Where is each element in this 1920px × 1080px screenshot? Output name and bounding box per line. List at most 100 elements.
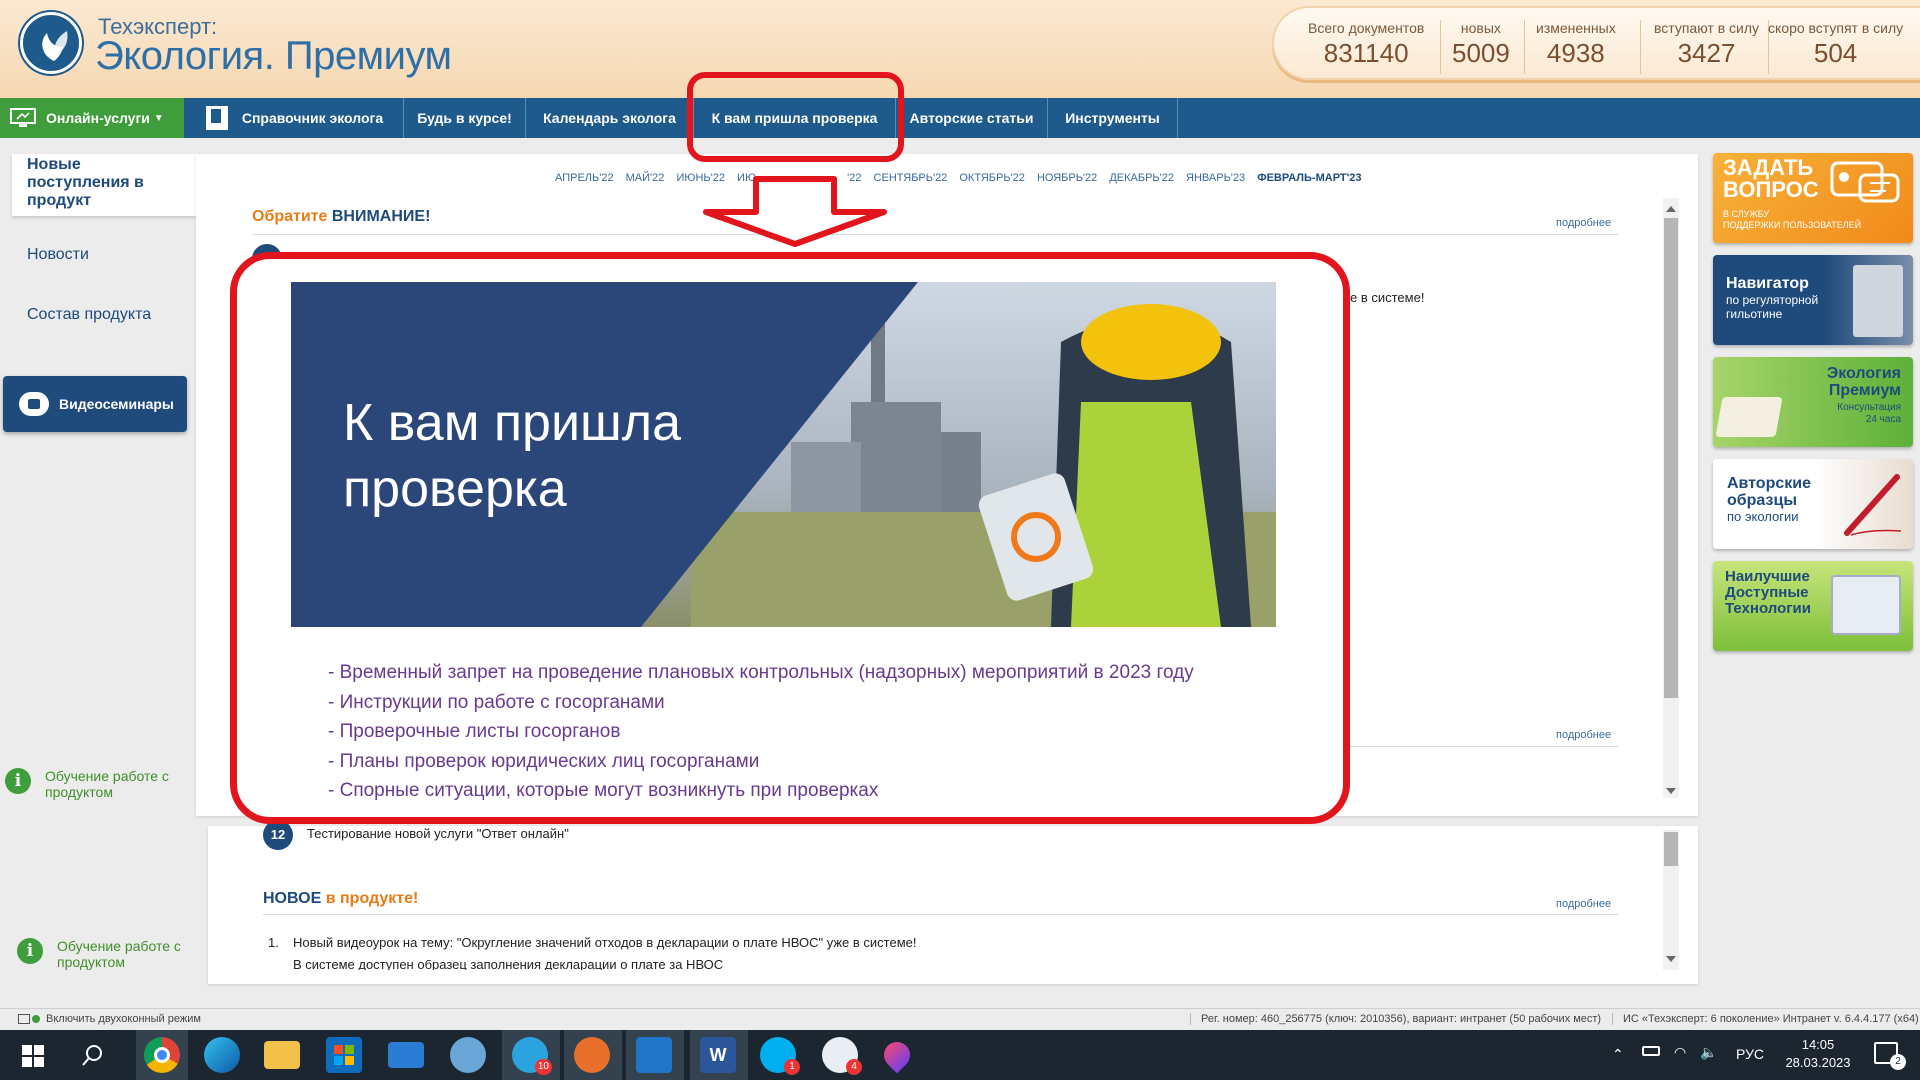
chrome-icon[interactable] xyxy=(144,1037,180,1073)
chevron-down-icon: ▼ xyxy=(153,112,164,124)
chat-bubble-icon xyxy=(1830,161,1900,203)
more-link[interactable]: подробнее xyxy=(1556,217,1611,229)
techexpert-logo[interactable] xyxy=(20,12,82,74)
drop-app-icon[interactable] xyxy=(878,1036,916,1074)
nav-author-articles[interactable]: Авторские статьи xyxy=(896,98,1048,138)
dual-window-toggle[interactable]: Включить двухоконный режим xyxy=(18,1013,201,1025)
info-icon: i xyxy=(17,938,43,964)
scroll-thumb[interactable] xyxy=(1664,832,1678,866)
language-indicator[interactable]: РУС xyxy=(1736,1046,1764,1062)
mail-client-icon[interactable]: 4 xyxy=(822,1037,862,1075)
author-samples-banner[interactable]: Авторские образцы по экологии xyxy=(1713,459,1913,549)
video-camera-icon xyxy=(19,392,49,416)
stat-total[interactable]: Всего документов 831140 xyxy=(1308,20,1424,69)
list-item-number: 1. xyxy=(268,935,279,950)
stat-new[interactable]: новых 5009 xyxy=(1452,20,1510,69)
book-icon xyxy=(205,106,228,130)
pen-icon xyxy=(1844,474,1902,536)
dual-window-icon xyxy=(18,1014,30,1024)
month-tab[interactable]: АПРЕЛЬ'22 xyxy=(555,172,614,184)
nav-eco-calendar[interactable]: Календарь эколога xyxy=(526,98,694,138)
media-player-icon[interactable] xyxy=(636,1037,672,1073)
scroll-up-icon[interactable] xyxy=(1666,206,1676,212)
ask-question-banner[interactable]: ЗАДАТЬ ВОПРОС В СЛУЖБУ ПОДДЕРЖКИ ПОЛЬЗОВАТ… xyxy=(1713,153,1913,243)
learn-product-link-2[interactable]: i Обучение работе с продуктом xyxy=(17,938,187,970)
file-explorer-icon[interactable] xyxy=(264,1041,300,1069)
sidebar-composition[interactable]: Состав продукта xyxy=(27,306,151,324)
ecology-premium-banner[interactable]: Экология Премиум Консультация 24 часа xyxy=(1713,357,1913,447)
nav-highlight-frame xyxy=(687,72,904,162)
item-number: 12 xyxy=(263,820,293,850)
scroll-thumb[interactable] xyxy=(1664,218,1678,698)
store-icon[interactable] xyxy=(326,1037,362,1073)
topic-item[interactable]: - Спорные ситуации, которые могут возник… xyxy=(328,776,1194,806)
left-sidebar: Новые поступления в продукт Новости Сост… xyxy=(0,138,200,1008)
leaf-icon xyxy=(42,31,68,61)
webinars-button[interactable]: Видеосеминары xyxy=(3,376,187,432)
learn-product-link[interactable]: i Обучение работе с продуктом xyxy=(5,768,175,800)
book-icon xyxy=(1715,397,1783,437)
edge-icon[interactable] xyxy=(204,1037,240,1073)
factory-icon xyxy=(1831,575,1901,635)
brand-title: Экология. Премиум xyxy=(95,34,452,78)
telegram-icon[interactable]: 10 xyxy=(512,1037,552,1075)
document-stats: Всего документов 831140 новых 5009 измен… xyxy=(1272,6,1920,80)
month-tab[interactable]: МАЙ'22 xyxy=(626,172,665,184)
month-tab-active[interactable]: ФЕВРАЛЬ-МАРТ'23 xyxy=(1257,172,1361,184)
topic-item[interactable]: - Инструкции по работе с госорганами xyxy=(328,688,1194,718)
dual-window-icon xyxy=(32,1015,40,1023)
new-item-link[interactable]: Новый видеоурок на тему: "Округление зна… xyxy=(293,935,917,950)
shredder-icon xyxy=(1853,265,1903,337)
windows-start-icon[interactable] xyxy=(22,1045,44,1067)
scroll-down-icon[interactable] xyxy=(1666,956,1676,962)
volume-icon[interactable]: 🔈 xyxy=(1700,1044,1717,1061)
topic-item[interactable]: - Временный запрет на проведение плановы… xyxy=(328,658,1194,688)
nav-tools[interactable]: Инструменты xyxy=(1048,98,1178,138)
topic-item[interactable]: - Проверочные листы госорганов xyxy=(328,717,1194,747)
word-icon[interactable]: W xyxy=(700,1037,736,1073)
scroll-down-icon[interactable] xyxy=(1666,788,1676,794)
weather-icon[interactable] xyxy=(450,1037,486,1073)
month-tab[interactable]: ЯНВАРЬ'23 xyxy=(1186,172,1245,184)
sidebar-news[interactable]: Новости xyxy=(27,246,89,264)
promo-title: К вам пришла проверка xyxy=(343,394,681,518)
main-nav: Онлайн-услуги ▼ Справочник эколога Будь … xyxy=(0,98,1920,138)
month-tab[interactable]: ОКТЯБРЬ'22 xyxy=(959,172,1025,184)
mail-icon[interactable] xyxy=(388,1042,424,1068)
nav-stay-informed[interactable]: Будь в курсе! xyxy=(404,98,526,138)
more-link[interactable]: подробнее xyxy=(1556,898,1611,910)
stat-soon-in-force[interactable]: скоро вступят в силу 504 xyxy=(1768,20,1903,69)
registration-info: Рег. номер: 460_256775 (ключ: 2010356), … xyxy=(1190,1013,1601,1025)
new-item-link[interactable]: В системе доступен образец заполнения де… xyxy=(293,960,723,970)
inspection-topics-list: - Временный запрет на проведение плановы… xyxy=(328,658,1194,806)
topic-item[interactable]: - Планы проверок юридических лиц госорга… xyxy=(328,747,1194,777)
sidebar-new-arrivals[interactable]: Новые поступления в продукт xyxy=(12,154,196,216)
down-arrow-icon xyxy=(703,176,887,247)
notifications-icon[interactable]: 2 xyxy=(1874,1042,1906,1070)
nav-eco-reference[interactable]: Справочник эколога xyxy=(186,98,404,138)
stat-changed[interactable]: измененных 4938 xyxy=(1536,20,1616,69)
techexpert-app-icon[interactable] xyxy=(574,1037,610,1073)
best-technologies-banner[interactable]: Наилучшие Доступные Технологии xyxy=(1713,561,1913,651)
more-link[interactable]: подробнее xyxy=(1556,729,1611,741)
chevron-up-icon[interactable]: ⌃ xyxy=(1612,1046,1624,1063)
news-item-text[interactable]: Тестирование новой услуги "Ответ онлайн" xyxy=(307,826,569,841)
monitor-icon xyxy=(10,108,36,127)
month-tab[interactable]: НОЯБРЬ'22 xyxy=(1037,172,1097,184)
new-in-product-heading: НОВОЕ в продукте! xyxy=(263,890,419,907)
stat-in-force[interactable]: вступают в силу 3427 xyxy=(1654,20,1759,69)
clock[interactable]: 14:05 28.03.2023 xyxy=(1778,1036,1858,1072)
version-info: ИС «Техэксперт: 6 поколение» Интранет v.… xyxy=(1612,1013,1919,1025)
news-item-text[interactable]: е в системе! xyxy=(1350,290,1424,305)
battery-icon[interactable] xyxy=(1642,1046,1660,1056)
month-selector: АПРЕЛЬ'22 МАЙ'22 ИЮНЬ'22 ИЮ '22 СЕНТЯБРЬ… xyxy=(555,172,1370,184)
info-icon: i xyxy=(5,768,31,794)
skype-icon[interactable]: 1 xyxy=(760,1037,800,1075)
online-services-menu[interactable]: Онлайн-услуги ▼ xyxy=(0,98,184,138)
month-tab[interactable]: ДЕКАБРЬ'22 xyxy=(1109,172,1174,184)
search-icon[interactable] xyxy=(82,1044,104,1066)
status-bar: Включить двухоконный режим Рег. номер: 4… xyxy=(0,1008,1920,1030)
navigator-banner[interactable]: Навигатор по регуляторной гильотине xyxy=(1713,255,1913,345)
windows-taskbar: 10 W 1 4 ⌃ ◠ 🔈 РУС 14:05 28.03.2023 2 xyxy=(0,1030,1920,1080)
wifi-icon[interactable]: ◠ xyxy=(1674,1044,1686,1061)
